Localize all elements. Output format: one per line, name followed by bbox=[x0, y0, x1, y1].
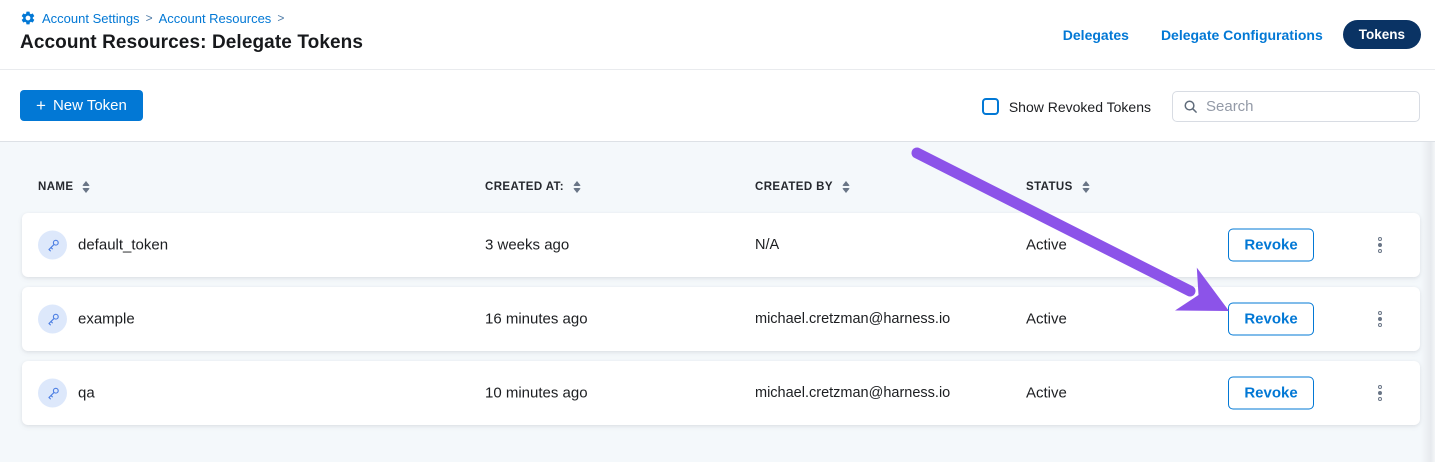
sort-icon[interactable] bbox=[842, 181, 850, 193]
token-created-at: 10 minutes ago bbox=[485, 385, 588, 402]
tab-tokens-active[interactable]: Tokens bbox=[1343, 20, 1421, 49]
column-label: STATUS bbox=[1026, 181, 1073, 193]
toolbar-right: Show Revoked Tokens bbox=[982, 91, 1420, 122]
token-created-at: 3 weeks ago bbox=[485, 237, 569, 254]
sort-icon[interactable] bbox=[573, 181, 581, 193]
row-menu-kebab-icon[interactable] bbox=[1374, 307, 1386, 331]
column-header-name: NAME bbox=[38, 181, 90, 193]
breadcrumb: Account Settings > Account Resources > bbox=[20, 10, 284, 26]
revoke-button[interactable]: Revoke bbox=[1228, 377, 1314, 410]
row-menu-kebab-icon[interactable] bbox=[1374, 381, 1386, 405]
table-row-default-token[interactable]: default_token 3 weeks ago N/A Active Rev… bbox=[22, 213, 1420, 277]
page-title: Account Resources: Delegate Tokens bbox=[20, 32, 363, 54]
revoke-button[interactable]: Revoke bbox=[1228, 303, 1314, 336]
column-header-created-at: CREATED AT: bbox=[485, 181, 581, 193]
search-box bbox=[1172, 91, 1420, 122]
search-input[interactable] bbox=[1206, 98, 1409, 115]
token-key-icon bbox=[38, 379, 67, 408]
token-status: Active bbox=[1026, 311, 1067, 328]
row-menu-kebab-icon[interactable] bbox=[1374, 233, 1386, 257]
right-edge-fade bbox=[1421, 142, 1435, 462]
breadcrumb-account-settings[interactable]: Account Settings bbox=[42, 11, 140, 26]
token-key-icon bbox=[38, 231, 67, 260]
token-name: default_token bbox=[78, 237, 168, 254]
sort-icon[interactable] bbox=[1082, 181, 1090, 193]
tab-delegates[interactable]: Delegates bbox=[1063, 27, 1129, 43]
token-key-icon bbox=[38, 305, 67, 334]
plus-icon: + bbox=[36, 97, 46, 114]
breadcrumb-account-resources[interactable]: Account Resources bbox=[159, 11, 272, 26]
token-created-by: N/A bbox=[755, 237, 779, 253]
search-icon bbox=[1183, 99, 1198, 114]
table-row-example[interactable]: example 16 minutes ago michael.cretzman@… bbox=[22, 287, 1420, 351]
page-header: Account Settings > Account Resources > A… bbox=[0, 0, 1435, 70]
column-header-status: STATUS bbox=[1026, 181, 1090, 193]
column-label: CREATED AT: bbox=[485, 181, 564, 193]
token-name: example bbox=[78, 311, 135, 328]
new-token-label: New Token bbox=[53, 97, 127, 114]
show-revoked-label: Show Revoked Tokens bbox=[1009, 99, 1151, 115]
column-label: NAME bbox=[38, 181, 73, 193]
new-token-button[interactable]: + New Token bbox=[20, 90, 143, 121]
token-status: Active bbox=[1026, 237, 1067, 254]
column-label: CREATED BY bbox=[755, 181, 833, 193]
settings-gear-icon bbox=[20, 10, 36, 26]
sort-icon[interactable] bbox=[82, 181, 90, 193]
token-created-by: michael.cretzman@harness.io bbox=[755, 385, 950, 401]
token-name: qa bbox=[78, 385, 95, 402]
column-header-created-by: CREATED BY bbox=[755, 181, 850, 193]
table-row-qa[interactable]: qa 10 minutes ago michael.cretzman@harne… bbox=[22, 361, 1420, 425]
show-revoked-checkbox[interactable] bbox=[982, 98, 999, 115]
toolbar: + New Token Show Revoked Tokens bbox=[0, 71, 1435, 142]
tokens-table: NAME CREATED AT: CREATED BY STATUS defau… bbox=[0, 142, 1435, 462]
breadcrumb-separator: > bbox=[277, 11, 284, 25]
token-created-at: 16 minutes ago bbox=[485, 311, 588, 328]
token-status: Active bbox=[1026, 385, 1067, 402]
revoke-button[interactable]: Revoke bbox=[1228, 229, 1314, 262]
header-tabs: Delegates Delegate Configurations Tokens bbox=[1063, 20, 1421, 49]
tab-delegate-configurations[interactable]: Delegate Configurations bbox=[1161, 27, 1323, 43]
token-created-by: michael.cretzman@harness.io bbox=[755, 311, 950, 327]
breadcrumb-separator: > bbox=[146, 11, 153, 25]
